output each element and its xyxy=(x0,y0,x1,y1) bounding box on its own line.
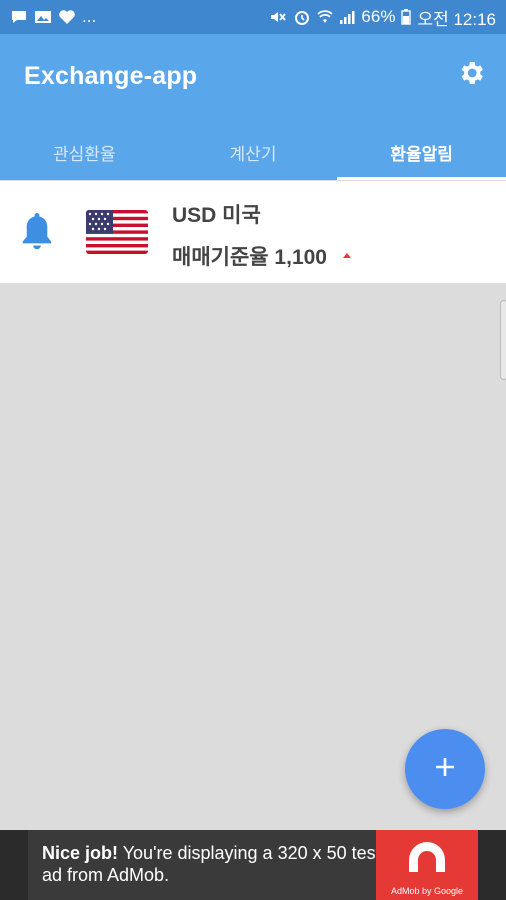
tab-bar: 관심환율 계산기 환율알림 xyxy=(0,124,506,180)
rate-row: 매매기준율 1,100 xyxy=(172,241,351,271)
image-icon xyxy=(34,9,52,25)
app-title: Exchange-app xyxy=(24,62,198,90)
ad-text-bold: Nice job! xyxy=(42,843,119,863)
battery-percent: 66% xyxy=(361,7,396,26)
ad-text: Nice job! You're displaying a 320 x 50 t… xyxy=(42,842,382,886)
tab-watchlist[interactable]: 관심환율 xyxy=(0,124,169,180)
app-bar: Exchange-app 관심환율 계산기 환율알림 xyxy=(0,34,506,180)
admob-caption: AdMob by Google xyxy=(390,886,464,896)
status-bar: ... 66% 오전 12:16 xyxy=(0,0,506,34)
currency-name: USD 미국 xyxy=(172,204,261,227)
base-rate: 매매기준율 1,100 xyxy=(172,246,327,269)
message-icon xyxy=(10,9,28,25)
admob-logo: AdMob by Google xyxy=(376,830,478,900)
add-alert-button[interactable] xyxy=(405,729,485,809)
rate-alert-item[interactable]: USD 미국 매매기준율 1,100 xyxy=(0,181,506,283)
mute-icon xyxy=(269,9,287,25)
gear-icon xyxy=(456,58,486,93)
settings-button[interactable] xyxy=(454,58,488,92)
scroll-handle[interactable] xyxy=(500,300,506,380)
us-flag-icon xyxy=(86,210,148,254)
ad-banner[interactable]: Nice job! You're displaying a 320 x 50 t… xyxy=(0,830,506,900)
more-notifications: ... xyxy=(82,7,97,26)
wifi-icon xyxy=(317,9,334,25)
tab-rate-alerts[interactable]: 환율알림 xyxy=(337,124,506,180)
tab-calculator[interactable]: 계산기 xyxy=(169,124,338,180)
up-arrow-icon xyxy=(343,252,351,258)
clock: 오전 12:16 xyxy=(417,9,496,29)
battery-icon xyxy=(401,9,412,25)
alarm-icon xyxy=(293,9,311,25)
signal-icon xyxy=(339,9,355,25)
plus-icon xyxy=(433,755,457,784)
bell-icon[interactable] xyxy=(18,211,56,258)
heart-icon xyxy=(58,9,76,25)
